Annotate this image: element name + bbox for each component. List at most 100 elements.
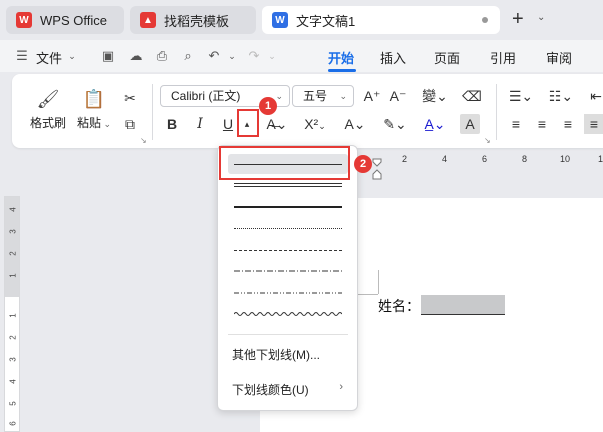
highlight-icon[interactable]: ✎⌄: [380, 114, 410, 134]
superscript-button[interactable]: X²⌄: [300, 114, 330, 134]
step-badge-1: 1: [259, 97, 277, 115]
name-field[interactable]: [421, 295, 505, 315]
preview-icon[interactable]: ⌕: [180, 48, 196, 64]
chevron-down-icon[interactable]: ⌄: [264, 48, 280, 64]
save-icon[interactable]: ▣: [100, 48, 116, 64]
margin-mark: [378, 270, 379, 294]
format-painter-label: 格式刷: [29, 116, 66, 130]
paste-button[interactable]: 📋 粘贴 ⌄: [74, 88, 114, 131]
tab-label: 文字文稿1: [296, 13, 356, 29]
ruler-number: 8: [522, 154, 528, 164]
writer-logo-icon: W: [272, 12, 288, 28]
tab-page[interactable]: 页面: [434, 48, 460, 67]
phonetic-guide-icon[interactable]: 變⌄: [420, 86, 450, 106]
indent-marker-icon[interactable]: [372, 158, 382, 180]
format-painter-button[interactable]: 🖌 格式刷: [28, 88, 68, 131]
tab-label: WPS Office: [40, 12, 107, 28]
underline-option-wave[interactable]: [228, 306, 348, 326]
menu-bar: ☰ 文件 ⌄ ▣ ☁ ⎙ ⌕ ↶ ⌄ ↷ ⌄ 开始 插入 页面 引用 审阅: [0, 40, 603, 72]
clipboard-icon: 📋: [82, 89, 106, 109]
wps-logo-icon: W: [16, 12, 32, 28]
align-left-icon[interactable]: ≡: [506, 114, 526, 134]
underline-option-thick[interactable]: [228, 196, 348, 216]
brush-icon: 🖌: [36, 89, 60, 109]
ruler-number: 6: [8, 421, 18, 426]
tab-wps-office[interactable]: W WPS Office: [6, 6, 124, 34]
divider: [496, 84, 497, 140]
unsaved-dot-icon: [482, 17, 488, 23]
print-icon[interactable]: ⎙: [154, 48, 170, 64]
underline-button[interactable]: U: [218, 114, 238, 134]
underline-option-dotted[interactable]: [228, 218, 348, 238]
ruler-number: 10: [560, 154, 571, 164]
justify-icon[interactable]: ≡: [584, 114, 603, 134]
chevron-down-icon[interactable]: ⌄: [224, 48, 240, 64]
italic-button[interactable]: I: [190, 114, 210, 134]
grow-font-icon[interactable]: A⁺: [362, 86, 382, 106]
step-badge-2: 2: [354, 155, 372, 173]
horizontal-ruler: 2 4 6 8 10 12: [360, 152, 603, 168]
hamburger-icon[interactable]: ☰: [14, 48, 30, 64]
ruler-number: 2: [8, 335, 18, 340]
undo-icon[interactable]: ↶: [206, 48, 222, 64]
active-tab-indicator: [328, 69, 356, 72]
tab-home[interactable]: 开始: [328, 48, 354, 67]
ruler-number: 5: [8, 401, 18, 406]
bullets-icon[interactable]: ☰⌄: [506, 86, 536, 106]
expand-font-icon[interactable]: ↘: [484, 136, 491, 145]
docer-logo-icon: ▲: [140, 12, 156, 28]
more-underlines-item[interactable]: 其他下划线(M)...: [232, 346, 320, 363]
cloud-icon[interactable]: ☁: [128, 48, 144, 64]
underline-style-menu: 其他下划线(M)... 下划线颜色(U) ›: [217, 145, 358, 411]
tab-template[interactable]: ▲ 找稻壳模板: [130, 6, 256, 34]
tab-references[interactable]: 引用: [490, 48, 516, 67]
char-shading-button[interactable]: A: [460, 114, 480, 134]
name-label: 姓名：: [378, 298, 420, 314]
redo-icon[interactable]: ↷: [246, 48, 262, 64]
dash-dot-line: [234, 270, 342, 272]
font-color-icon[interactable]: A̲⌄: [420, 114, 450, 134]
align-right-icon[interactable]: ≡: [558, 114, 578, 134]
numbering-icon[interactable]: ☷⌄: [546, 86, 576, 106]
tab-insert[interactable]: 插入: [380, 48, 406, 67]
ruler-number: 4: [8, 207, 18, 212]
divider: [152, 84, 153, 140]
font-size-value: 五号: [303, 89, 328, 103]
vertical-ruler: 4 3 2 1 1 2 3 4 5 6: [4, 196, 20, 432]
underline-option-dash-dot[interactable]: [228, 262, 348, 282]
indent-icon[interactable]: ⇤: [586, 86, 603, 106]
ruler-number: 2: [8, 251, 18, 256]
ruler-number: 6: [482, 154, 488, 164]
margin-mark: [356, 294, 378, 295]
chevron-down-icon[interactable]: ⌄: [64, 48, 80, 64]
dash-dot-dot-line: [234, 292, 342, 294]
ruler-number: 12: [598, 154, 603, 164]
file-menu[interactable]: 文件: [36, 48, 62, 67]
align-center-icon[interactable]: ≡: [532, 114, 552, 134]
strikethrough-icon[interactable]: A̶⌄: [262, 114, 292, 134]
new-tab-icon[interactable]: +: [512, 8, 524, 31]
underline-color-item[interactable]: 下划线颜色(U): [232, 381, 309, 398]
highlight-single-underline: [219, 146, 350, 180]
chevron-down-icon[interactable]: ⌄: [537, 12, 545, 23]
font-size-select[interactable]: 五号 ⌄: [292, 85, 354, 107]
ruler-number: 2: [402, 154, 408, 164]
shrink-font-icon[interactable]: A⁻: [388, 86, 408, 106]
font-name-value: Calibri (正文): [171, 89, 241, 103]
superscript-label: X²: [304, 116, 319, 132]
tab-review[interactable]: 审阅: [546, 48, 572, 67]
tab-label: 找稻壳模板: [164, 13, 230, 29]
bold-button[interactable]: B: [162, 114, 182, 134]
tab-document[interactable]: W 文字文稿1: [262, 6, 500, 34]
underline-option-dash-dot-dot[interactable]: [228, 284, 348, 304]
eraser-icon[interactable]: ⌫: [462, 86, 482, 106]
cut-icon[interactable]: ✂: [120, 88, 140, 108]
underline-option-dashed[interactable]: [228, 240, 348, 260]
ruler-number: 1: [8, 273, 18, 278]
text-effect-icon[interactable]: A⌄: [340, 114, 370, 134]
wave-line: [234, 312, 342, 316]
ribbon: 🖌 格式刷 📋 粘贴 ⌄ ✂ ⧉ ↘ Calibri (正文) ⌄ 五号 ⌄ A…: [12, 74, 603, 148]
expand-clipboard-icon[interactable]: ↘: [140, 136, 147, 145]
ruler-number: 4: [8, 379, 18, 384]
copy-icon[interactable]: ⧉: [120, 114, 140, 134]
